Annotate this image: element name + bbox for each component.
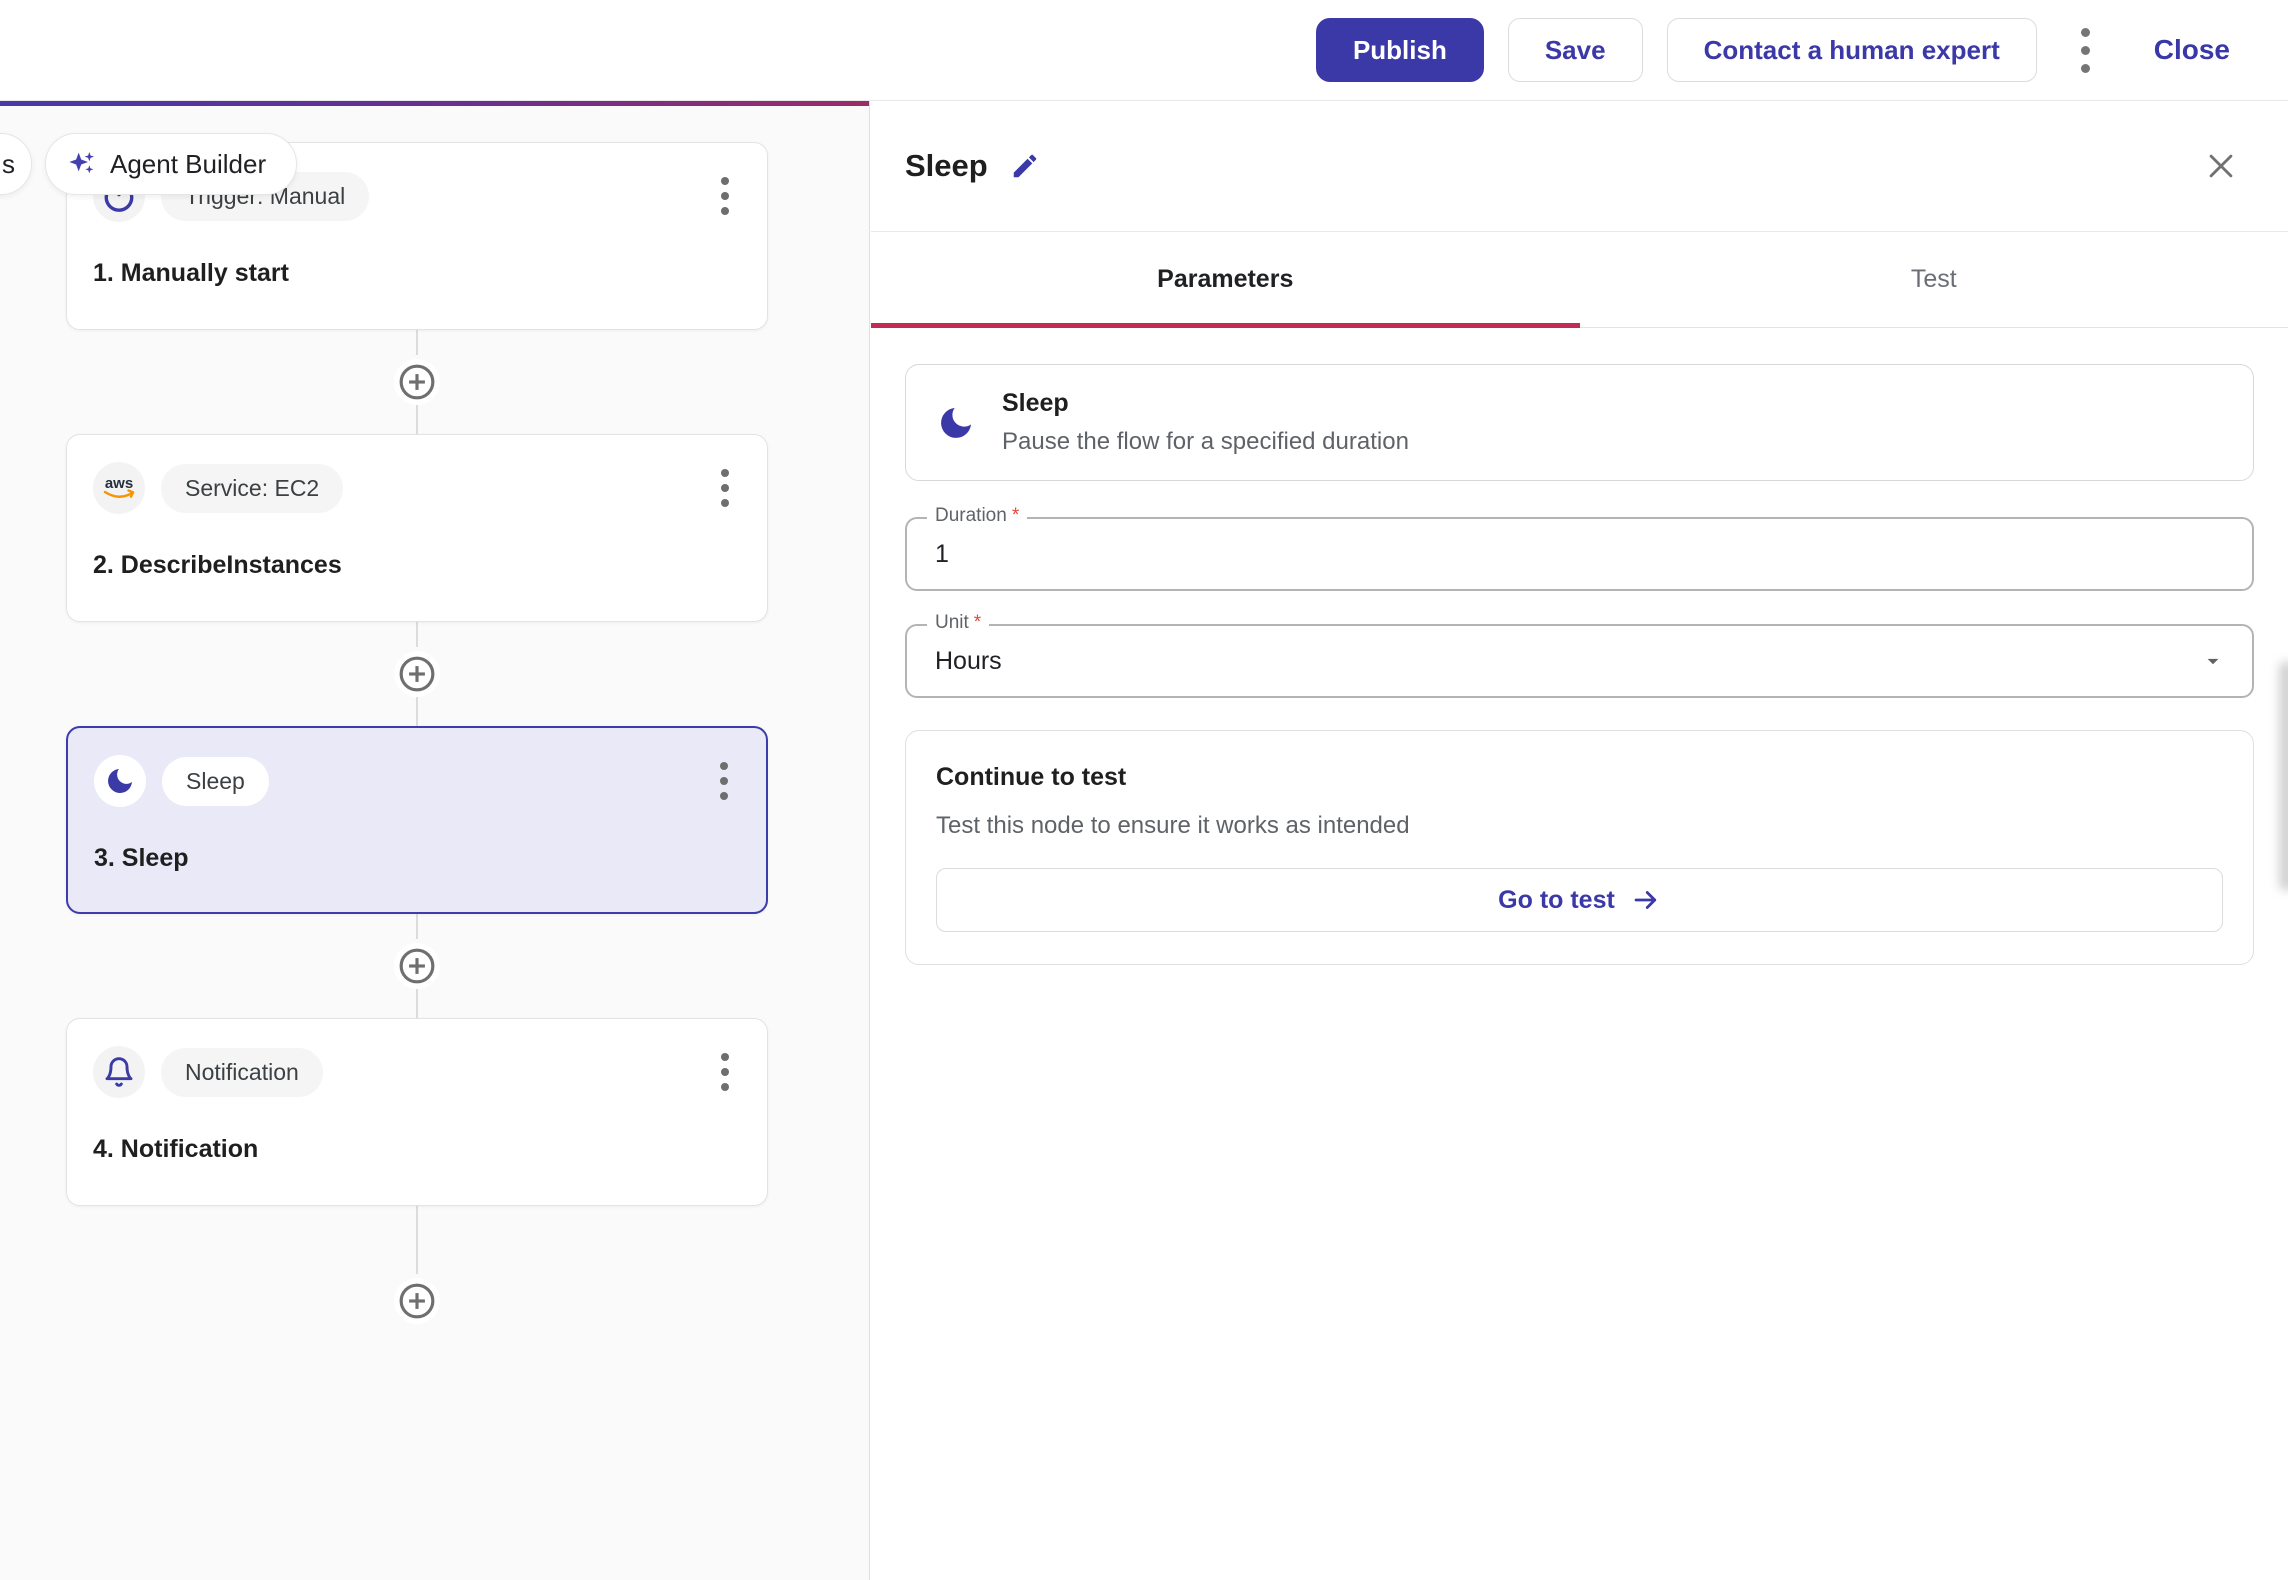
agent-builder-label: Agent Builder bbox=[110, 149, 266, 180]
continue-to-test-card: Continue to test Test this node to ensur… bbox=[905, 730, 2254, 965]
add-step-button[interactable] bbox=[394, 359, 440, 405]
duration-field: Duration* bbox=[905, 517, 2254, 591]
node-menu-icon[interactable] bbox=[711, 169, 739, 223]
contact-human-expert-button[interactable]: Contact a human expert bbox=[1667, 18, 2037, 82]
panel-tabs: Parameters Test bbox=[871, 232, 2288, 328]
duration-input[interactable] bbox=[907, 540, 2252, 569]
sparkle-icon bbox=[66, 148, 98, 180]
node-menu-icon[interactable] bbox=[710, 754, 738, 808]
unit-label: Unit* bbox=[927, 612, 989, 634]
bell-icon bbox=[93, 1046, 145, 1098]
overflow-pill[interactable]: s bbox=[0, 133, 32, 195]
close-button[interactable]: Close bbox=[2154, 34, 2230, 66]
node-notification[interactable]: Notification 4. Notification bbox=[66, 1018, 768, 1206]
panel-header: Sleep bbox=[871, 101, 2288, 232]
required-asterisk: * bbox=[1012, 505, 1019, 527]
dropdown-caret-icon bbox=[2200, 648, 2226, 674]
unit-selected-value: Hours bbox=[907, 647, 2200, 676]
top-bar: Publish Save Contact a human expert Clos… bbox=[0, 0, 2288, 101]
overflow-pill-label: s bbox=[2, 149, 15, 180]
node-type-chip: Sleep bbox=[162, 757, 269, 806]
active-tab-indicator bbox=[871, 323, 1580, 328]
node-type-chip: Service: EC2 bbox=[161, 464, 343, 513]
node-sleep[interactable]: Sleep 3. Sleep bbox=[66, 726, 768, 914]
edit-name-icon[interactable] bbox=[1010, 151, 1040, 181]
publish-button[interactable]: Publish bbox=[1316, 18, 1484, 82]
moon-icon bbox=[936, 403, 976, 443]
canvas-top-gradient bbox=[0, 101, 869, 106]
node-title: 2. DescribeInstances bbox=[93, 551, 739, 580]
node-menu-icon[interactable] bbox=[711, 1045, 739, 1099]
arrow-right-icon bbox=[1631, 885, 1661, 915]
unit-field[interactable]: Unit* Hours bbox=[905, 624, 2254, 698]
agent-builder-button[interactable]: Agent Builder bbox=[45, 133, 297, 195]
required-asterisk: * bbox=[974, 612, 981, 634]
tab-parameters[interactable]: Parameters bbox=[871, 232, 1580, 327]
workflow-steps: Trigger: Manual 1. Manually start aws bbox=[66, 142, 768, 1328]
go-to-test-button[interactable]: Go to test bbox=[936, 868, 2223, 932]
scrollbar-thumb[interactable] bbox=[2279, 661, 2288, 891]
aws-icon: aws bbox=[93, 462, 145, 514]
connector bbox=[66, 1206, 768, 1328]
node-config-panel: Sleep Parameters Test Sleep Pause t bbox=[871, 101, 2288, 1580]
moon-icon bbox=[94, 755, 146, 807]
save-button[interactable]: Save bbox=[1508, 18, 1643, 82]
add-step-button[interactable] bbox=[394, 651, 440, 697]
panel-body: Sleep Pause the flow for a specified dur… bbox=[871, 328, 2288, 965]
node-title: 1. Manually start bbox=[93, 259, 739, 288]
action-description: Pause the flow for a specified duration bbox=[1002, 428, 1409, 456]
go-to-test-label: Go to test bbox=[1498, 886, 1615, 915]
connector bbox=[66, 330, 768, 434]
node-describe-instances[interactable]: aws Service: EC2 2. DescribeInstances bbox=[66, 434, 768, 622]
tab-test[interactable]: Test bbox=[1580, 232, 2288, 327]
node-title: 4. Notification bbox=[93, 1135, 739, 1164]
close-panel-icon[interactable] bbox=[2198, 143, 2244, 189]
node-type-chip: Notification bbox=[161, 1048, 323, 1097]
connector bbox=[66, 622, 768, 726]
node-title: 3. Sleep bbox=[94, 844, 738, 873]
more-options-icon[interactable] bbox=[2067, 18, 2104, 83]
workflow-canvas: s Agent Builder Trigger: Manual bbox=[0, 101, 870, 1580]
action-title: Sleep bbox=[1002, 389, 1409, 418]
node-menu-icon[interactable] bbox=[711, 461, 739, 515]
add-step-button[interactable] bbox=[394, 943, 440, 989]
continue-to-test-description: Test this node to ensure it works as int… bbox=[936, 812, 2223, 840]
action-info-card: Sleep Pause the flow for a specified dur… bbox=[905, 364, 2254, 481]
add-step-button[interactable] bbox=[394, 1278, 440, 1324]
continue-to-test-title: Continue to test bbox=[936, 763, 2223, 792]
connector bbox=[66, 914, 768, 1018]
duration-label: Duration* bbox=[927, 505, 1027, 527]
panel-title: Sleep bbox=[905, 148, 988, 184]
